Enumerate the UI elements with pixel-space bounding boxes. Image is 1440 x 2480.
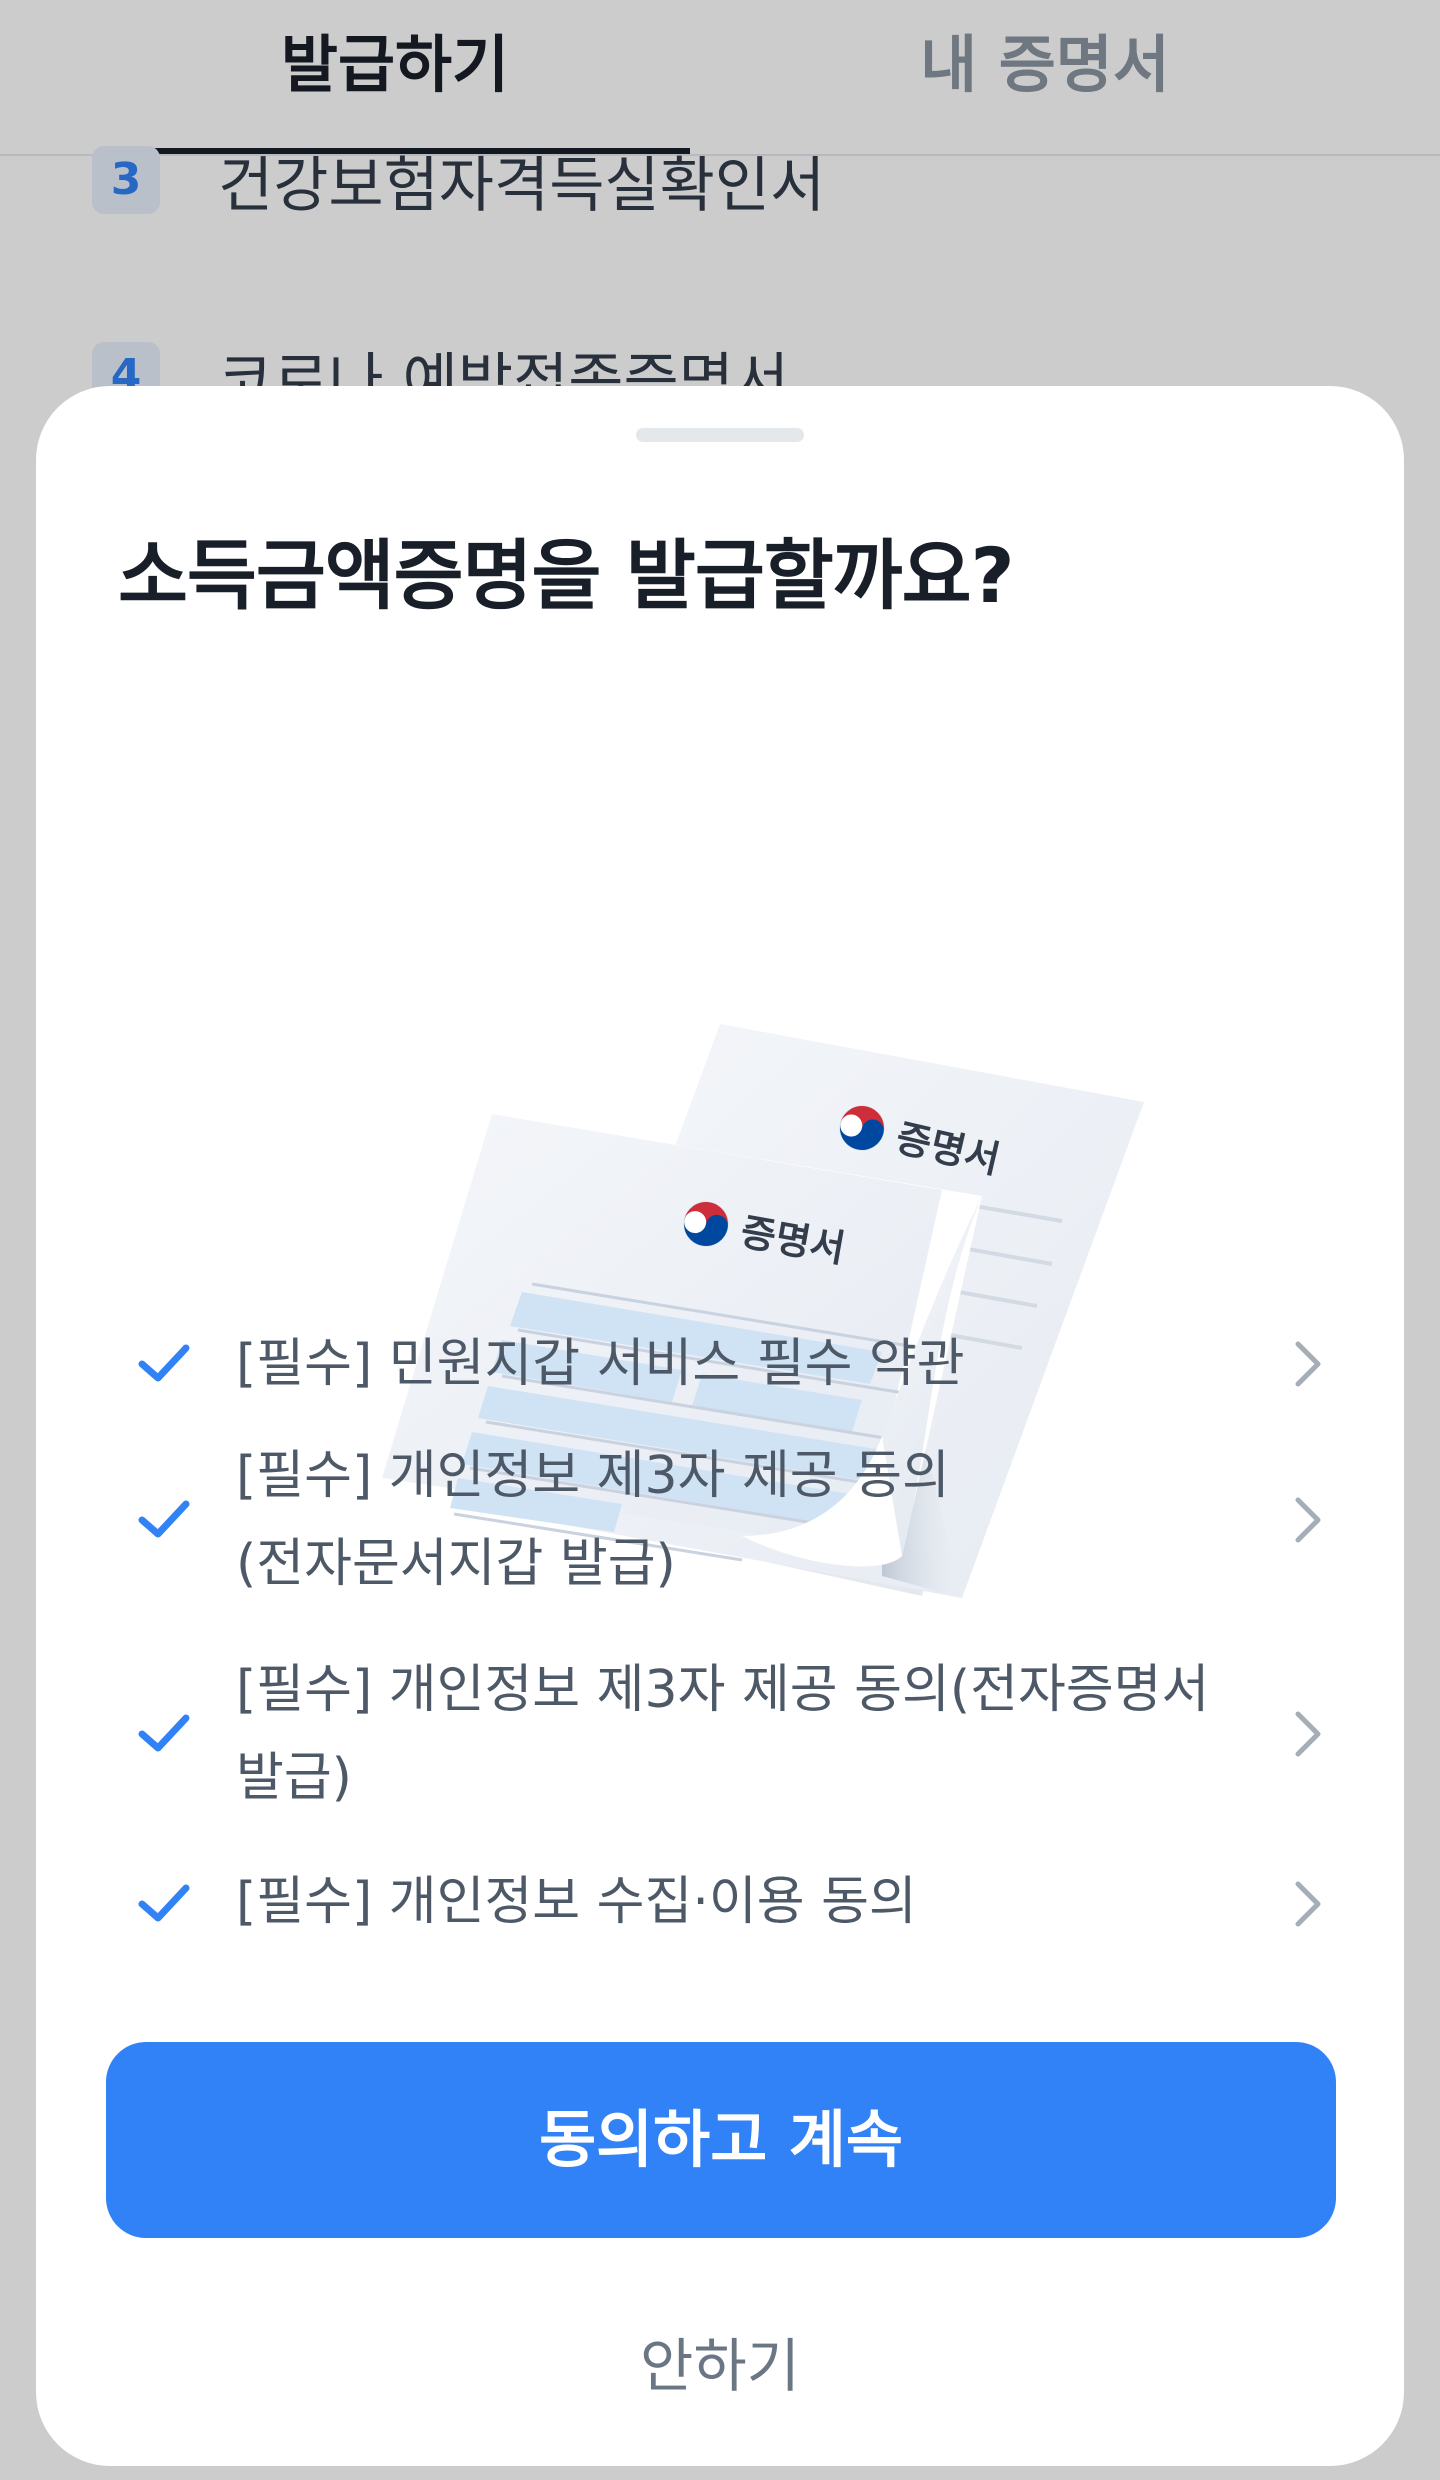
chevron-right-icon[interactable]: [1288, 1492, 1328, 1548]
agreement-label: [필수] 민원지갑 서비스 필수 약관: [236, 1334, 965, 1394]
agreement-row-service-terms[interactable]: [필수] 민원지갑 서비스 필수 약관: [36, 1314, 1404, 1414]
agreement-label: [필수] 개인정보 제3자 제공 동의(전자문서지갑 발급): [236, 1446, 950, 1594]
sheet-title: 소득금액증명을 발급할까요?: [118, 531, 1015, 620]
decline-button[interactable]: 안하기: [520, 2306, 920, 2426]
agreement-label: [필수] 개인정보 수집·이용 동의: [236, 1872, 917, 1932]
agreement-row-personal-info[interactable]: [필수] 개인정보 수집·이용 동의: [36, 1852, 1404, 1952]
sheet-drag-handle[interactable]: [636, 428, 804, 442]
check-icon[interactable]: [134, 1874, 192, 1932]
chevron-right-icon[interactable]: [1288, 1876, 1328, 1932]
chevron-right-icon[interactable]: [1288, 1706, 1328, 1762]
agreement-label: [필수] 개인정보 제3자 제공 동의(전자증명서 발급): [236, 1660, 1210, 1808]
chevron-right-icon[interactable]: [1288, 1336, 1328, 1392]
check-icon[interactable]: [134, 1334, 192, 1392]
agree-and-continue-button[interactable]: 동의하고 계속: [106, 2042, 1336, 2238]
check-icon[interactable]: [134, 1490, 192, 1548]
agreement-row-third-party-certificate[interactable]: [필수] 개인정보 제3자 제공 동의(전자증명서 발급): [36, 1646, 1404, 1822]
check-icon[interactable]: [134, 1704, 192, 1762]
bottom-sheet: 소득금액증명을 발급할까요? 증명서 증명서 [필수] 민원지갑 서비스 필수 …: [36, 386, 1404, 2466]
agreement-row-third-party-wallet[interactable]: [필수] 개인정보 제3자 제공 동의(전자문서지갑 발급): [36, 1432, 1404, 1608]
